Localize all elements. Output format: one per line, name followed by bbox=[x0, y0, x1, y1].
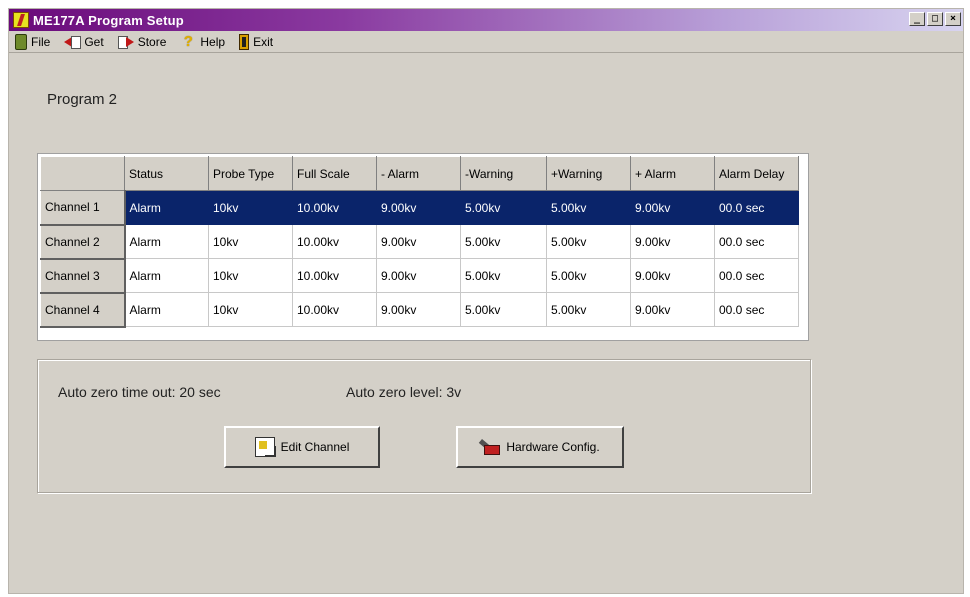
table-row[interactable]: Channel 3 Alarm 10kv 10.00kv 9.00kv 5.00… bbox=[40, 258, 799, 294]
help-icon: ? bbox=[183, 32, 193, 50]
auto-zero-level-text: Auto zero level: 3v bbox=[346, 384, 462, 400]
table-cell[interactable]: Alarm bbox=[124, 190, 209, 225]
grid-header-row: Status Probe Type Full Scale - Alarm -Wa… bbox=[40, 156, 799, 191]
table-cell[interactable]: 10.00kv bbox=[292, 190, 377, 225]
menu-help[interactable]: ? Help bbox=[178, 32, 233, 52]
edit-channel-button[interactable]: Edit Channel bbox=[224, 426, 380, 468]
table-cell[interactable]: 9.00kv bbox=[630, 258, 715, 293]
grid-corner-cell bbox=[40, 156, 125, 191]
table-cell[interactable]: 10kv bbox=[208, 190, 293, 225]
window-title: ME177A Program Setup bbox=[33, 12, 184, 28]
program-label: Program 2 bbox=[47, 91, 118, 108]
table-cell[interactable]: 5.00kv bbox=[460, 292, 547, 327]
menu-bar: File Get Store ? Help Exit bbox=[9, 31, 963, 53]
store-icon bbox=[117, 34, 134, 50]
col-header-status[interactable]: Status bbox=[124, 156, 209, 191]
get-icon bbox=[64, 34, 82, 50]
auto-zero-panel: Auto zero time out: 20 sec Auto zero lev… bbox=[37, 359, 811, 493]
col-header-plus-alarm[interactable]: + Alarm bbox=[630, 156, 715, 191]
menu-get-label: Get bbox=[84, 34, 104, 49]
title-bar[interactable]: ME177A Program Setup _ □ × bbox=[9, 9, 963, 31]
table-row[interactable]: Channel 4 Alarm 10kv 10.00kv 9.00kv 5.00… bbox=[40, 292, 799, 328]
hardware-tools-icon bbox=[480, 437, 501, 457]
col-header-alarm-delay[interactable]: Alarm Delay bbox=[714, 156, 799, 191]
table-cell[interactable]: 9.00kv bbox=[630, 224, 715, 259]
table-cell[interactable]: 10.00kv bbox=[292, 224, 377, 259]
table-cell[interactable]: Alarm bbox=[124, 292, 209, 327]
table-row[interactable]: Channel 2 Alarm 10kv 10.00kv 9.00kv 5.00… bbox=[40, 224, 799, 260]
table-cell[interactable]: 10kv bbox=[208, 292, 293, 327]
table-cell[interactable]: 9.00kv bbox=[376, 190, 461, 225]
menu-get[interactable]: Get bbox=[62, 32, 111, 52]
menu-help-label: Help bbox=[200, 34, 226, 49]
maximize-button[interactable]: □ bbox=[927, 12, 943, 26]
col-header-plus-warning[interactable]: +Warning bbox=[546, 156, 631, 191]
table-cell[interactable]: 10.00kv bbox=[292, 292, 377, 327]
table-cell[interactable]: 9.00kv bbox=[630, 190, 715, 225]
table-cell[interactable]: 9.00kv bbox=[376, 292, 461, 327]
menu-exit-label: Exit bbox=[253, 34, 274, 49]
row-header-channel-2[interactable]: Channel 2 bbox=[40, 224, 126, 260]
table-cell[interactable]: 10kv bbox=[208, 258, 293, 293]
table-cell[interactable]: 00.0 sec bbox=[714, 224, 799, 259]
channel-grid: Status Probe Type Full Scale - Alarm -Wa… bbox=[37, 153, 809, 341]
window-controls: _ □ × bbox=[909, 12, 961, 26]
hardware-config-button[interactable]: Hardware Config. bbox=[456, 426, 624, 468]
table-cell[interactable]: 5.00kv bbox=[546, 224, 631, 259]
row-header-channel-4[interactable]: Channel 4 bbox=[40, 292, 126, 328]
menu-file[interactable]: File bbox=[13, 32, 58, 52]
table-cell[interactable]: 00.0 sec bbox=[714, 190, 799, 225]
exit-icon bbox=[239, 33, 250, 50]
col-header-full-scale[interactable]: Full Scale bbox=[292, 156, 377, 191]
col-header-minus-alarm[interactable]: - Alarm bbox=[376, 156, 461, 191]
edit-channel-label: Edit Channel bbox=[280, 440, 350, 454]
table-cell[interactable]: 9.00kv bbox=[376, 258, 461, 293]
file-icon bbox=[15, 33, 27, 50]
menu-exit[interactable]: Exit bbox=[237, 32, 281, 52]
menu-store-label: Store bbox=[137, 34, 167, 49]
auto-zero-timeout-text: Auto zero time out: 20 sec bbox=[58, 384, 221, 400]
table-cell[interactable]: 10.00kv bbox=[292, 258, 377, 293]
edit-channel-icon bbox=[254, 437, 276, 457]
close-button[interactable]: × bbox=[945, 12, 961, 26]
table-cell[interactable]: 5.00kv bbox=[460, 224, 547, 259]
table-cell[interactable]: 00.0 sec bbox=[714, 258, 799, 293]
table-cell[interactable]: 00.0 sec bbox=[714, 292, 799, 327]
col-header-probe-type[interactable]: Probe Type bbox=[208, 156, 293, 191]
table-cell[interactable]: 10kv bbox=[208, 224, 293, 259]
table-cell[interactable]: 5.00kv bbox=[546, 292, 631, 327]
menu-store[interactable]: Store bbox=[116, 32, 175, 52]
table-cell[interactable]: 9.00kv bbox=[630, 292, 715, 327]
channel-table: Status Probe Type Full Scale - Alarm -Wa… bbox=[40, 156, 799, 328]
minimize-button[interactable]: _ bbox=[909, 12, 925, 26]
table-cell[interactable]: Alarm bbox=[124, 258, 209, 293]
row-header-channel-3[interactable]: Channel 3 bbox=[40, 258, 126, 294]
table-cell[interactable]: 5.00kv bbox=[546, 190, 631, 225]
table-row[interactable]: Channel 1 Alarm 10kv 10.00kv 9.00kv 5.00… bbox=[40, 190, 799, 226]
col-header-minus-warning[interactable]: -Warning bbox=[460, 156, 547, 191]
table-cell[interactable]: 5.00kv bbox=[460, 258, 547, 293]
table-cell[interactable]: 5.00kv bbox=[546, 258, 631, 293]
app-lightning-icon bbox=[13, 12, 29, 28]
program-setup-window: ME177A Program Setup _ □ × File Get Stor… bbox=[8, 8, 964, 594]
table-cell[interactable]: 5.00kv bbox=[460, 190, 547, 225]
menu-file-label: File bbox=[31, 34, 51, 49]
hardware-config-label: Hardware Config. bbox=[506, 440, 600, 454]
table-cell[interactable]: 9.00kv bbox=[376, 224, 461, 259]
table-cell[interactable]: Alarm bbox=[124, 224, 209, 259]
row-header-channel-1[interactable]: Channel 1 bbox=[40, 190, 126, 226]
